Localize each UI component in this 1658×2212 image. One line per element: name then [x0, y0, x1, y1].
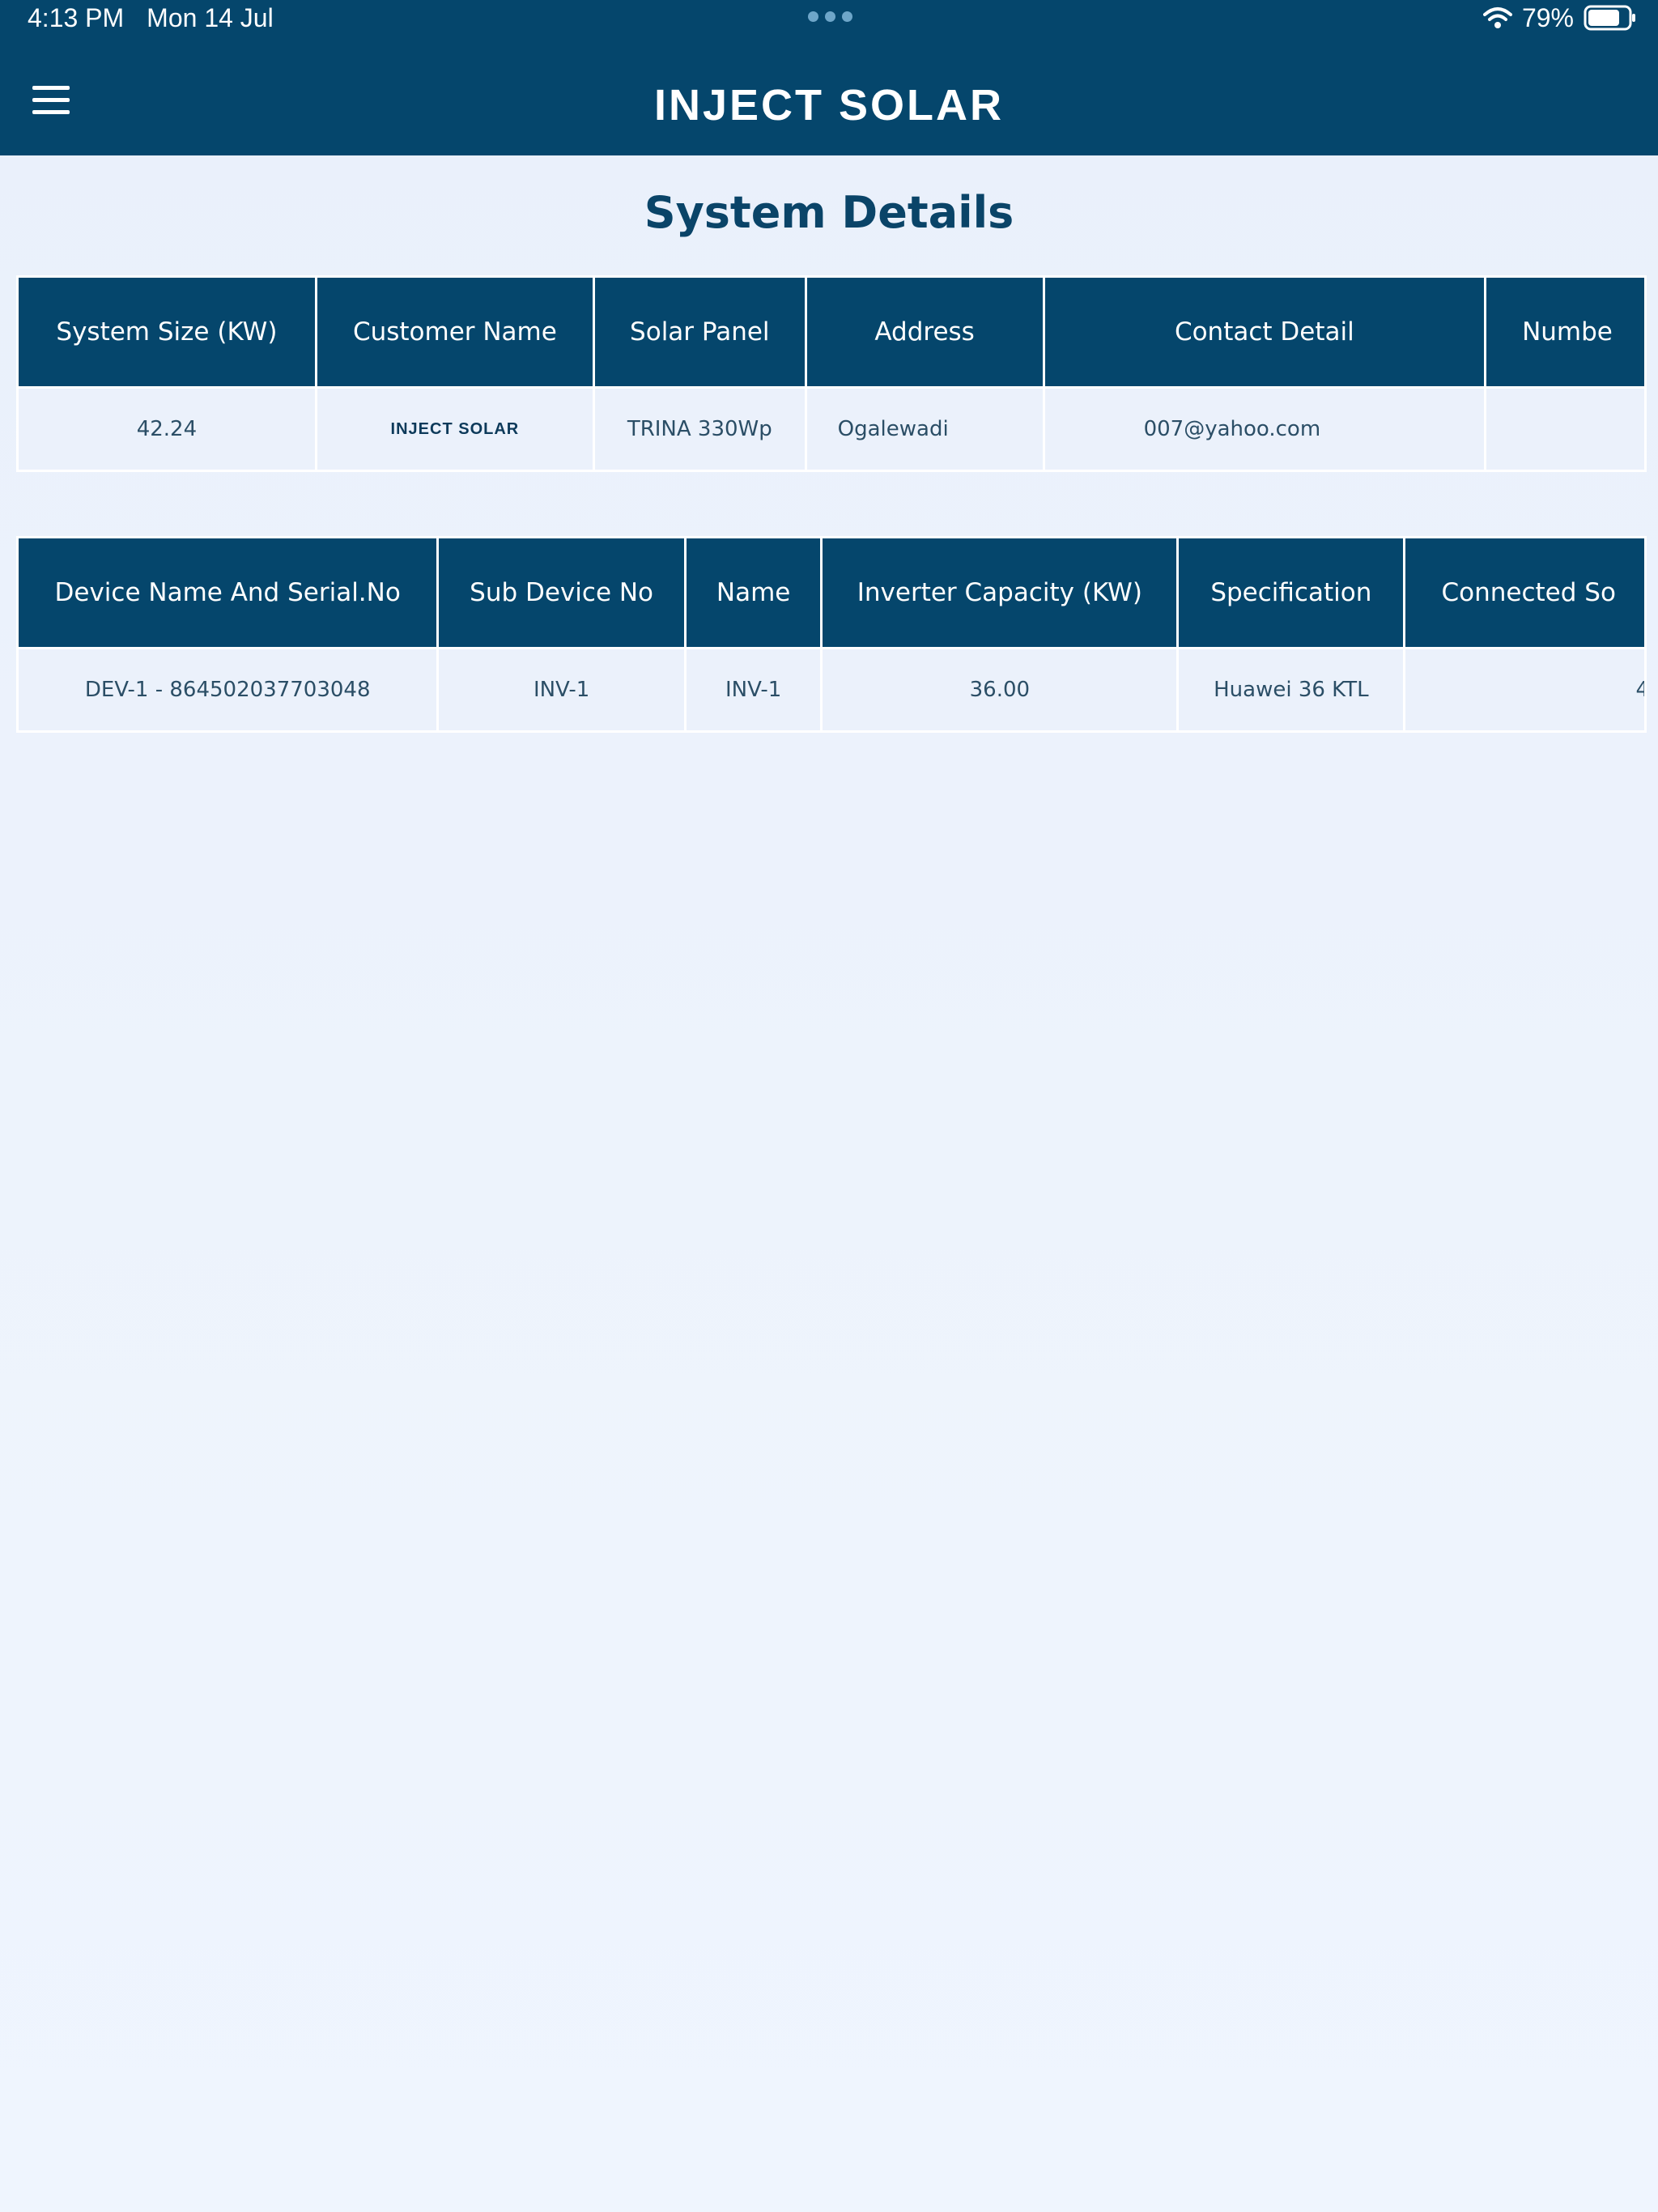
cell-contact-detail: 007@yahoo.com	[1042, 386, 1487, 472]
system-details-table: System Size (KW) Customer Name Solar Pan…	[16, 275, 1647, 472]
column-header-inverter-capacity: Inverter Capacity (KW)	[820, 536, 1180, 649]
cell-sub-device-no: INV-1	[436, 647, 687, 733]
page-title: System Details	[644, 187, 1014, 238]
status-bar-indicators: 79%	[1482, 2, 1637, 34]
battery-icon	[1584, 5, 1635, 31]
table-header-row: Device Name And Serial.No Sub Device No …	[16, 536, 1647, 649]
column-header-sub-device-no: Sub Device No	[436, 536, 687, 649]
column-header-device-name-serial: Device Name And Serial.No	[16, 536, 440, 649]
table-row: DEV-1 - 864502037703048 INV-1 INV-1 36.0…	[16, 647, 1647, 733]
column-header-system-size: System Size (KW)	[16, 275, 317, 389]
top-bar: 4:13 PM Mon 14 Jul 79% INJECT SOLAR	[0, 0, 1658, 155]
cell-customer-name: INJECT SOLAR	[314, 386, 595, 472]
device-details-table: Device Name And Serial.No Sub Device No …	[16, 536, 1647, 733]
cell-device-name-serial: DEV-1 - 864502037703048	[16, 647, 440, 733]
column-header-address: Address	[804, 275, 1045, 389]
column-header-solar-panel: Solar Panel	[592, 275, 807, 389]
table-row: 42.24 INJECT SOLAR TRINA 330Wp Ogalewadi…	[16, 386, 1647, 472]
more-dots-icon[interactable]	[808, 11, 853, 23]
column-header-customer-name: Customer Name	[314, 275, 595, 389]
cell-connected-solar-value: 4	[1635, 678, 1643, 702]
status-bar-clock: 4:13 PM Mon 14 Jul	[28, 2, 274, 34]
battery-percentage: 79%	[1521, 2, 1574, 32]
cell-solar-panel: TRINA 330Wp	[592, 386, 807, 472]
system-details-table-scroll[interactable]: System Size (KW) Customer Name Solar Pan…	[16, 275, 1647, 478]
cell-system-size: 42.24	[16, 386, 317, 472]
cell-name: INV-1	[683, 647, 823, 733]
cell-address: Ogalewadi	[804, 386, 1045, 472]
column-header-name: Name	[683, 536, 823, 649]
device-details-table-scroll[interactable]: Device Name And Serial.No Sub Device No …	[16, 536, 1647, 738]
wifi-icon	[1482, 7, 1512, 28]
status-date: Mon 14 Jul	[147, 3, 274, 32]
column-header-number: Numbe	[1484, 275, 1647, 389]
cell-specification: Huawei 36 KTL	[1176, 647, 1406, 733]
cell-number	[1484, 386, 1647, 472]
app-title: INJECT SOLAR	[653, 81, 1005, 130]
column-header-specification: Specification	[1176, 536, 1406, 649]
column-header-contact-detail: Contact Detail	[1042, 275, 1487, 389]
cell-inverter-capacity: 36.00	[820, 647, 1180, 733]
column-header-connected-solar: Connected So	[1403, 536, 1647, 649]
cell-connected-solar: 4	[1403, 647, 1647, 733]
status-time: 4:13 PM	[28, 3, 125, 32]
table-header-row: System Size (KW) Customer Name Solar Pan…	[16, 275, 1647, 389]
